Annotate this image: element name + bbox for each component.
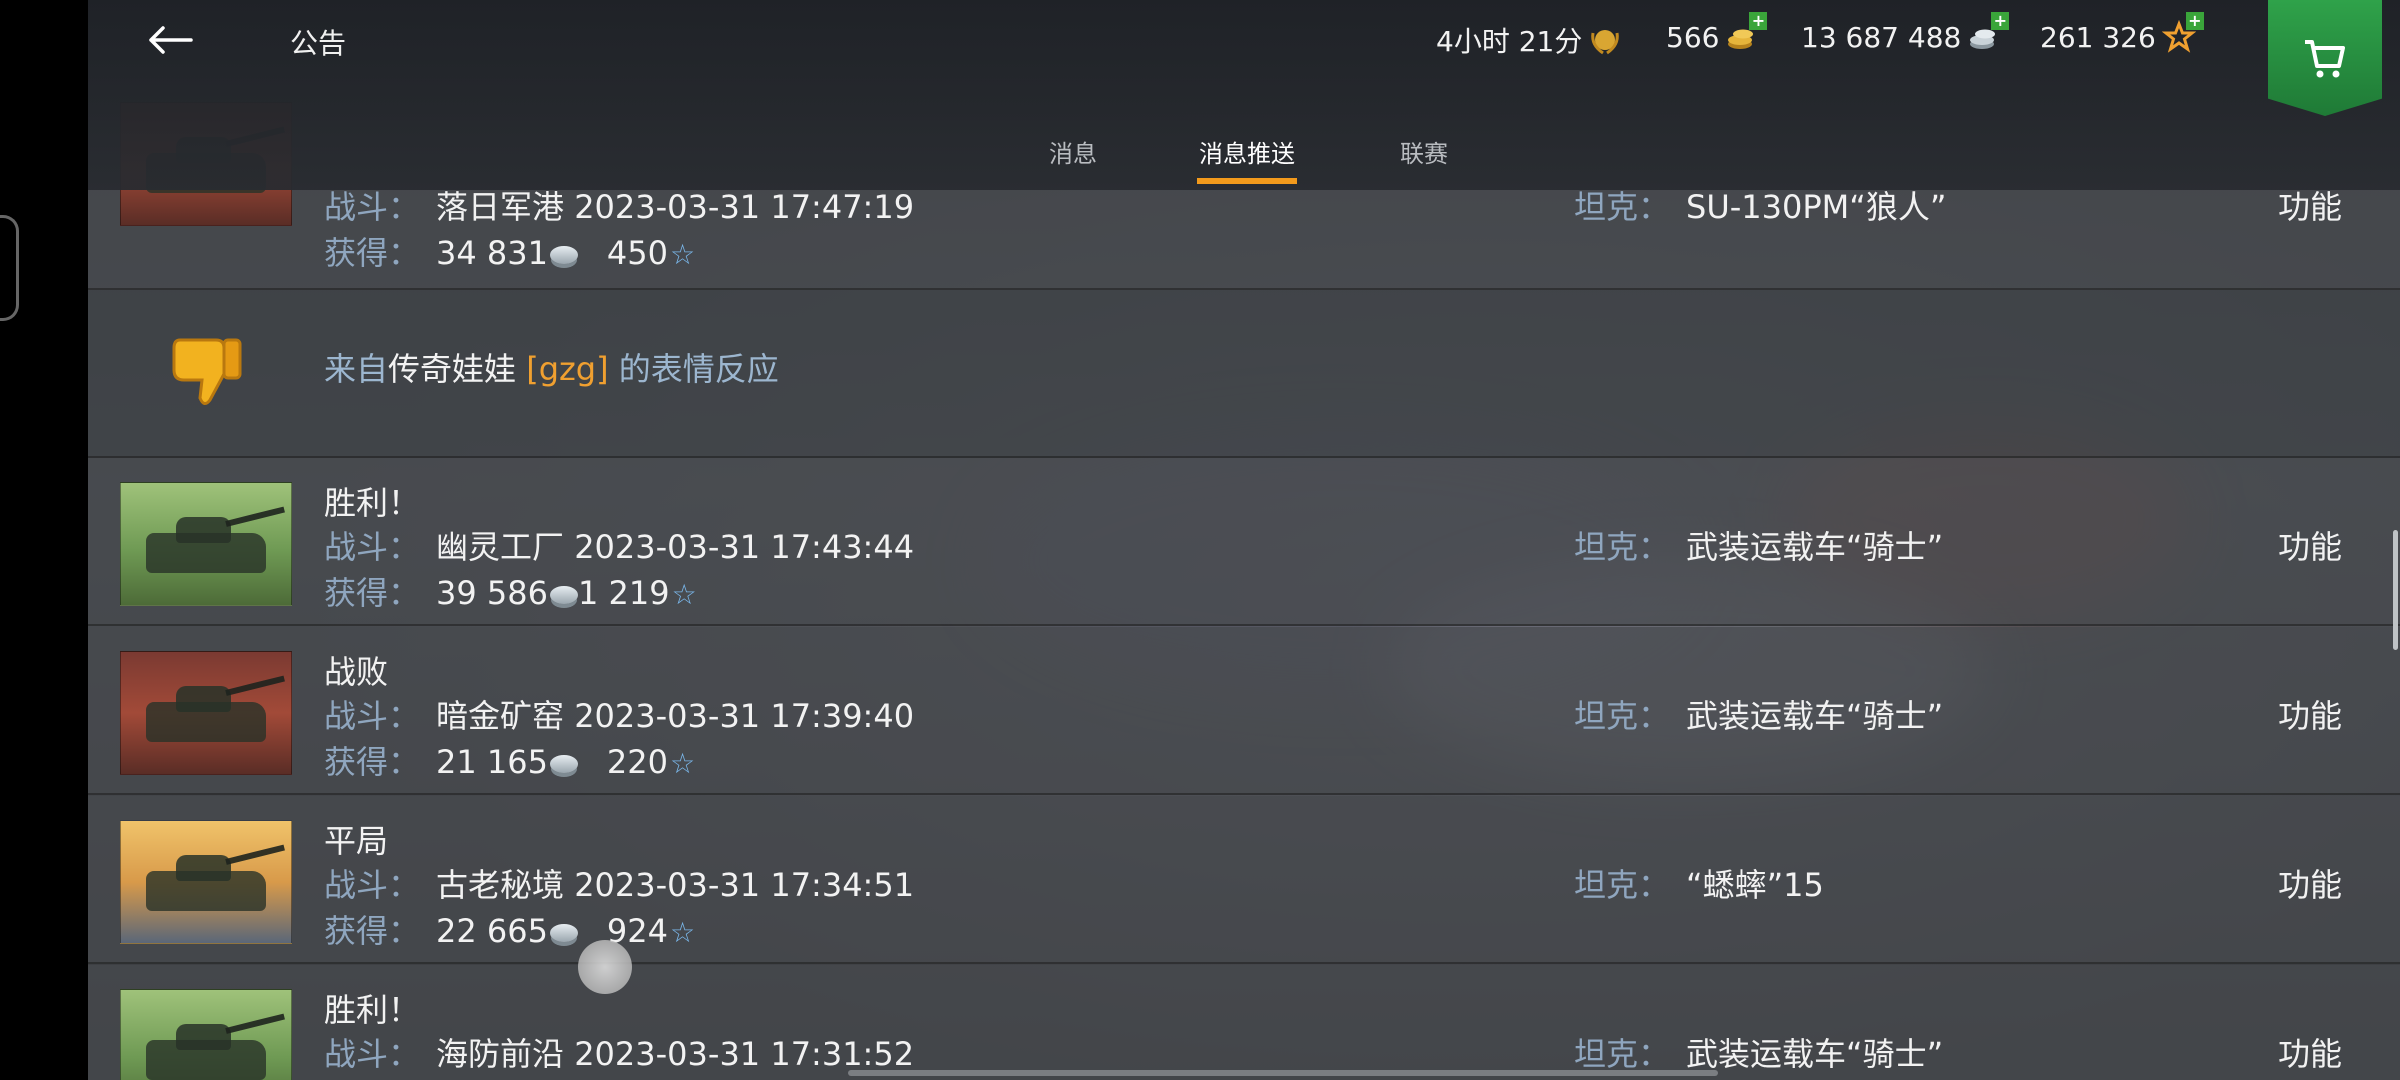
list-item[interactable]: 胜利！ 战斗： 幽灵工厂 2023-03-31 17:43:44 获得： 39 58…	[88, 458, 2400, 626]
silver-coins-icon: +	[1967, 12, 2010, 54]
tank-info: 坦克： 武装运载车“骑士”	[1574, 1035, 1944, 1073]
earnings-info: 获得： 39 586 1 219☆	[324, 574, 697, 612]
thumbs-down-icon	[172, 338, 242, 405]
touch-indicator	[578, 940, 632, 994]
battle-result: 平局	[324, 822, 389, 860]
star-icon: ☆	[669, 238, 696, 271]
shop-button[interactable]	[2268, 0, 2382, 116]
tank-info: 坦克： “蟋蟀”15	[1574, 866, 1824, 904]
battle-info: 战斗： 幽灵工厂 2023-03-31 17:43:44	[324, 528, 915, 566]
battle-result: 战败	[324, 653, 389, 691]
star-icon: ☆	[669, 747, 696, 780]
add-gold-button[interactable]: +	[1749, 12, 1768, 30]
horizontal-scroll-indicator	[848, 1070, 1718, 1076]
battle-result: 胜利！	[324, 484, 421, 522]
silver-balance[interactable]: 13 687 488 +	[1801, 12, 2010, 54]
add-silver-button[interactable]: +	[1991, 12, 2010, 30]
function-button[interactable]: 功能	[2278, 522, 2342, 568]
silver-coins-icon	[549, 924, 578, 942]
battle-info: 战斗： 古老秘境 2023-03-31 17:34:51	[324, 866, 915, 904]
star-icon: ☆	[671, 578, 697, 611]
shopping-cart-icon	[2305, 40, 2345, 78]
premium-time[interactable]: 4小时 21分	[1436, 20, 1622, 60]
tank-info: 坦克： 武装运载车“骑士”	[1574, 528, 1944, 566]
silver-coins-icon	[549, 586, 578, 604]
function-button[interactable]: 功能	[2278, 860, 2342, 906]
reaction-message: 来自传奇娃娃 [gzg] 的表情反应	[324, 350, 779, 388]
battle-thumbnail	[120, 482, 292, 606]
back-button[interactable]	[138, 18, 202, 62]
device-edge-handle	[0, 215, 19, 321]
star-icon: ☆	[669, 916, 696, 949]
function-button[interactable]: 功能	[2278, 1029, 2342, 1075]
reaction-item[interactable]: 来自传奇娃娃 [gzg] 的表情反应	[88, 290, 2400, 458]
battle-thumbnail	[120, 989, 292, 1080]
tab-league[interactable]: 联赛	[1400, 134, 1448, 169]
battle-info: 战斗： 海防前沿 2023-03-31 17:31:52	[324, 1035, 915, 1073]
top-bar: 公告 4小时 21分 566 + 13 687 488 + 261 326 + …	[88, 0, 2400, 190]
silver-coins-icon	[549, 755, 578, 773]
list-item[interactable]: 胜利！ 战斗： 海防前沿 2023-03-31 17:31:52 坦克： 武装运载车…	[88, 965, 2400, 1080]
arrow-left-icon	[149, 26, 193, 54]
tab-messages[interactable]: 消息	[1049, 134, 1097, 169]
earnings-info: 获得： 22 665 924☆	[324, 912, 696, 950]
silver-coins-icon	[549, 246, 578, 264]
gold-coins-icon: +	[1725, 12, 1768, 54]
battle-thumbnail	[120, 651, 292, 775]
star-icon: +	[2161, 12, 2204, 54]
list-item[interactable]: 平局 战斗： 古老秘境 2023-03-31 17:34:51 获得： 22 665…	[88, 796, 2400, 964]
battle-info: 战斗： 暗金矿窑 2023-03-31 17:39:40	[324, 697, 915, 735]
free-xp-balance[interactable]: 261 326 +	[2040, 12, 2204, 54]
tab-bar: 消息 消息推送 联赛	[88, 126, 2400, 190]
page-title: 公告	[290, 27, 347, 60]
battle-thumbnail	[120, 820, 292, 944]
tab-notifications[interactable]: 消息推送	[1197, 134, 1297, 184]
tank-info: 坦克： 武装运载车“骑士”	[1574, 697, 1944, 735]
earnings-info: 获得： 34 831 450☆	[324, 234, 696, 272]
battle-result: 胜利！	[324, 991, 421, 1029]
earnings-info: 获得： 21 165 220☆	[324, 743, 696, 781]
list-item[interactable]: 战败 战斗： 暗金矿窑 2023-03-31 17:39:40 获得： 21 165…	[88, 627, 2400, 795]
premium-laurel-icon	[1588, 23, 1622, 57]
gold-balance[interactable]: 566 +	[1666, 12, 1768, 54]
add-xp-button[interactable]: +	[2185, 12, 2204, 30]
scrollbar[interactable]	[2393, 530, 2398, 650]
function-button[interactable]: 功能	[2278, 691, 2342, 737]
app-screen: 公告 4小时 21分 566 + 13 687 488 + 261 326 + …	[88, 0, 2400, 1080]
